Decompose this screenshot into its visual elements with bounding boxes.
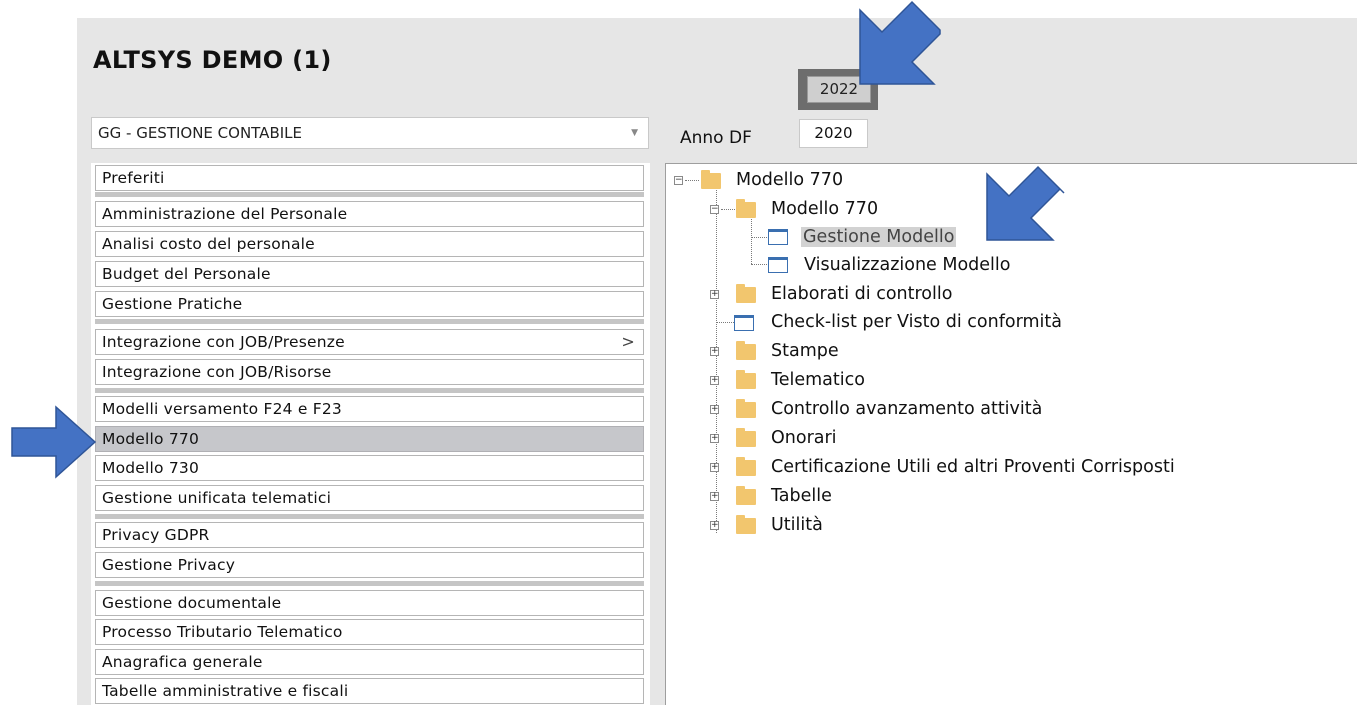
arrow-icon — [859, 0, 941, 85]
arrow-icon — [11, 405, 97, 479]
arrow-icon — [986, 165, 1065, 241]
annotation-arrows — [11, 0, 1065, 479]
